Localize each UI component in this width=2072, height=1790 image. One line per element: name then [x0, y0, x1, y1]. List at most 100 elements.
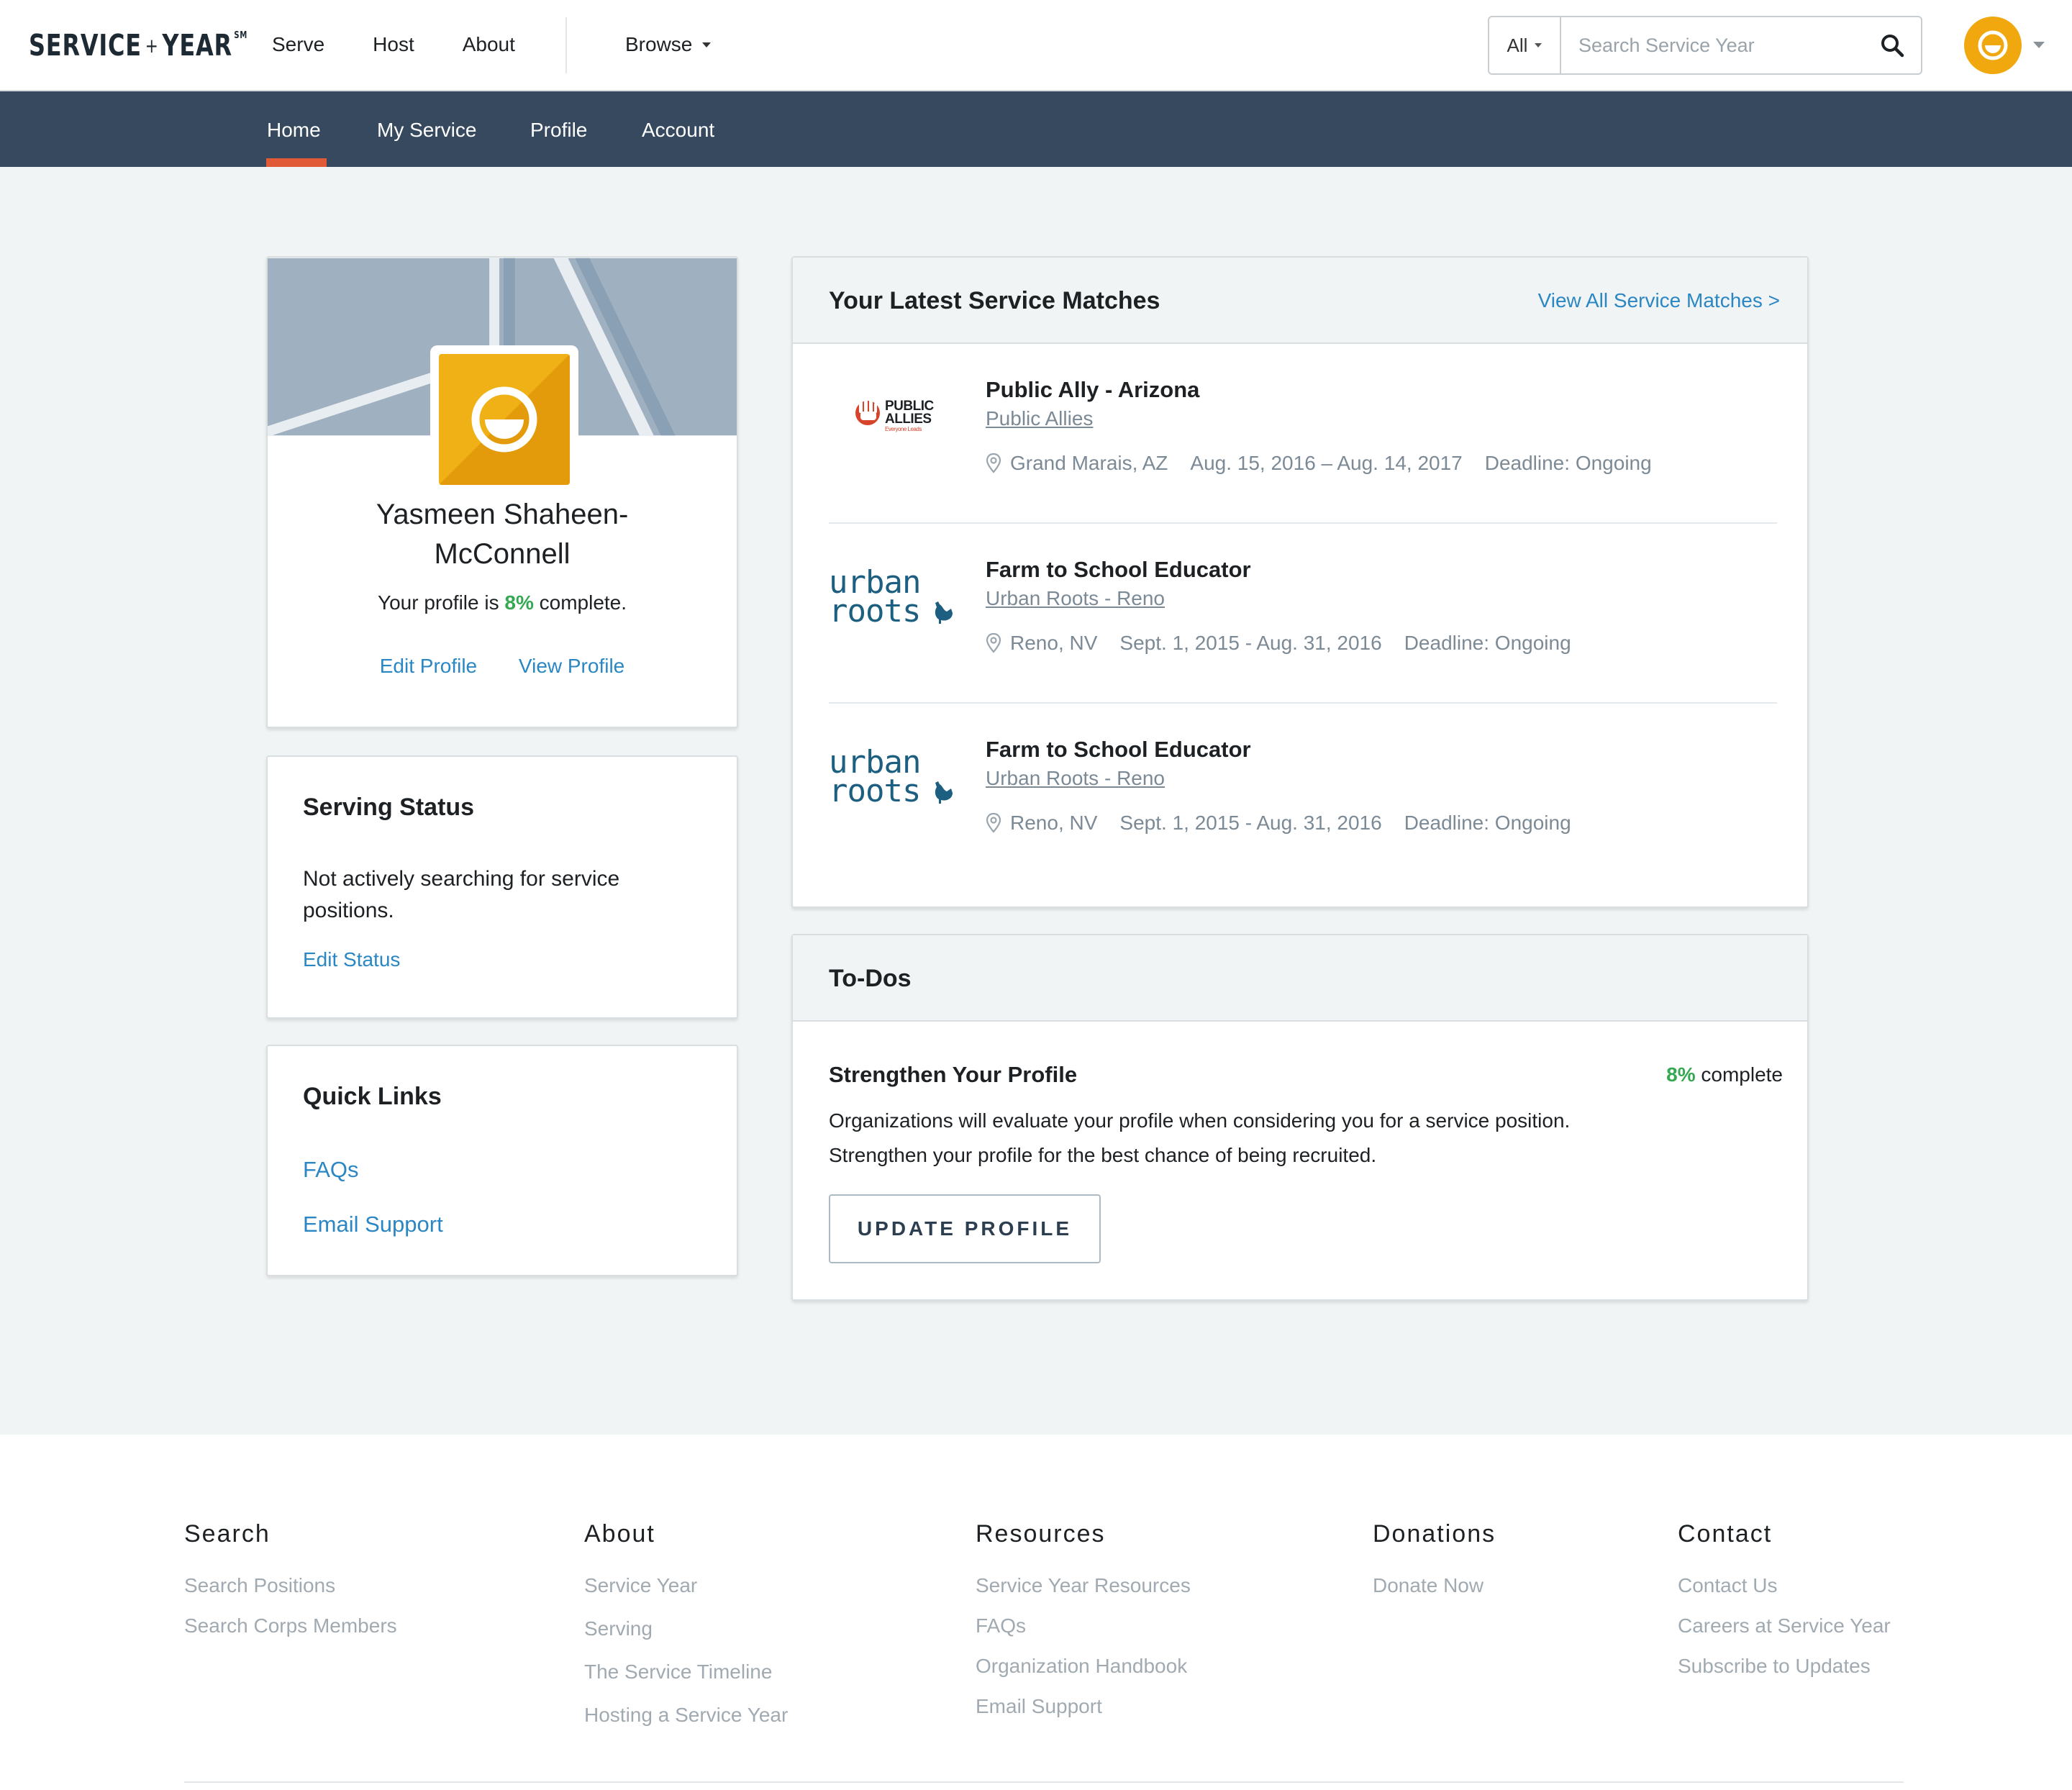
profile-actions: Edit Profile View Profile: [268, 653, 737, 679]
smiley-icon: [439, 354, 570, 485]
update-profile-button[interactable]: UPDATE PROFILE: [829, 1194, 1101, 1263]
footer-link[interactable]: Email Support: [976, 1686, 1191, 1727]
todo-item-title: Strengthen Your Profile: [829, 1062, 1078, 1087]
service-matches-header: Your Latest Service Matches View All Ser…: [793, 258, 1807, 344]
footer-link[interactable]: The Service Timeline: [584, 1652, 788, 1692]
profile-card: Yasmeen Shaheen- McConnell Your profile …: [266, 256, 738, 728]
quick-links-card: Quick Links FAQs Email Support: [266, 1045, 738, 1276]
public-allies-logo: PUBLIC ALLIES Everyone Leads: [829, 373, 958, 452]
nav-divider: [565, 17, 567, 73]
chevron-down-icon: [1535, 43, 1542, 47]
account-menu-caret-icon[interactable]: [2033, 42, 2045, 48]
todos-header: To-Dos: [793, 935, 1807, 1022]
nav-host[interactable]: Host: [373, 29, 414, 60]
footer-link[interactable]: Search Corps Members: [184, 1606, 397, 1646]
match-org-link[interactable]: Urban Roots - Reno: [986, 586, 1165, 612]
search-scope-select[interactable]: All: [1489, 17, 1561, 73]
match-dates: Aug. 15, 2016 – Aug. 14, 2017: [1190, 452, 1463, 474]
service-year-logo[interactable]: SERVICE + YEAR SM: [29, 27, 247, 63]
footer-column-donations: Donations Donate Now: [1373, 1518, 1496, 1606]
match-dates: Sept. 1, 2015 - Aug. 31, 2016: [1119, 812, 1382, 834]
service-match-item[interactable]: urban roots Farm to School Educator Urba…: [829, 524, 1777, 704]
footer-link[interactable]: Serving: [584, 1609, 788, 1649]
match-org-link[interactable]: Urban Roots - Reno: [986, 765, 1165, 791]
profile-name-line1: Yasmeen Shaheen-: [376, 499, 629, 530]
todo-description-line2: Strengthen your profile for the best cha…: [829, 1144, 1377, 1166]
footer-link[interactable]: Subscribe to Updates: [1678, 1646, 1891, 1686]
todo-progress-suffix: complete: [1695, 1063, 1783, 1086]
footer-link[interactable]: Service Year Resources: [976, 1566, 1191, 1606]
match-title[interactable]: Public Ally - Arizona: [986, 376, 1199, 404]
nav-about[interactable]: About: [463, 29, 515, 60]
urban-roots-logo-line2: roots: [829, 773, 921, 809]
chevron-down-icon: [702, 42, 712, 47]
service-match-item[interactable]: urban roots Farm to School Educator Urba…: [829, 704, 1777, 883]
logo-word-service: SERVICE: [29, 28, 142, 63]
browse-dropdown[interactable]: Browse: [625, 29, 712, 60]
footer-link[interactable]: Hosting a Service Year: [584, 1695, 788, 1735]
tab-profile[interactable]: Profile: [530, 116, 587, 145]
match-location: Reno, NV: [1010, 812, 1098, 834]
view-all-matches-link[interactable]: View All Service Matches >: [1538, 288, 1780, 314]
nav-serve[interactable]: Serve: [272, 29, 324, 60]
footer-link[interactable]: Donate Now: [1373, 1566, 1496, 1606]
urban-roots-logo: urban roots: [829, 732, 958, 812]
search-input[interactable]: [1561, 17, 1863, 73]
top-header: SERVICE + YEAR SM Serve Host About Brows…: [0, 0, 2072, 91]
quick-link-faqs[interactable]: FAQs: [303, 1155, 359, 1184]
profile-completion: Your profile is 8% complete.: [268, 590, 737, 616]
footer-link[interactable]: Organization Handbook: [976, 1646, 1191, 1686]
footer-link[interactable]: Search Positions: [184, 1566, 397, 1606]
footer-column-resources: Resources Service Year Resources FAQs Or…: [976, 1518, 1191, 1727]
profile-completion-prefix: Your profile is: [377, 591, 505, 614]
footer-link[interactable]: Service Year: [584, 1566, 788, 1606]
service-matches-heading: Your Latest Service Matches: [829, 287, 1160, 314]
edit-status-link[interactable]: Edit Status: [303, 947, 400, 973]
profile-completion-percent: 8%: [504, 591, 534, 614]
secondary-nav: Home My Service Profile Account: [0, 91, 2072, 167]
match-org-link[interactable]: Public Allies: [986, 406, 1093, 432]
todo-progress-percent: 8%: [1666, 1063, 1696, 1086]
logo-word-year: YEAR: [162, 28, 232, 63]
view-profile-link[interactable]: View Profile: [519, 655, 624, 677]
todos-heading: To-Dos: [829, 965, 912, 992]
footer-heading: About: [584, 1520, 655, 1548]
service-match-item[interactable]: PUBLIC ALLIES Everyone Leads Public Ally…: [829, 344, 1777, 524]
footer-link[interactable]: Contact Us: [1678, 1566, 1891, 1606]
location-pin-icon: [986, 453, 1001, 474]
footer-column-search: Search Search Positions Search Corps Mem…: [184, 1518, 397, 1646]
search-button[interactable]: [1863, 17, 1921, 73]
profile-completion-suffix: complete.: [533, 591, 627, 614]
service-matches-card: Your Latest Service Matches View All Ser…: [791, 256, 1809, 908]
tab-home[interactable]: Home: [267, 116, 321, 145]
profile-photo[interactable]: [430, 345, 578, 494]
footer-heading: Donations: [1373, 1520, 1496, 1548]
edit-profile-link[interactable]: Edit Profile: [380, 655, 477, 677]
footer-divider: [184, 1781, 1904, 1783]
match-meta: Reno, NV Sept. 1, 2015 - Aug. 31, 2016 D…: [986, 810, 1571, 836]
todo-description-line1: Organizations will evaluate your profile…: [829, 1109, 1571, 1132]
profile-name-line2: McConnell: [434, 538, 571, 570]
tab-my-service[interactable]: My Service: [377, 116, 476, 145]
user-avatar[interactable]: [1964, 17, 2022, 74]
match-meta: Grand Marais, AZ Aug. 15, 2016 – Aug. 14…: [986, 450, 1652, 476]
quick-link-email-support[interactable]: Email Support: [303, 1210, 443, 1239]
location-pin-icon: [986, 632, 1001, 654]
public-allies-logo-line2: ALLIES: [885, 412, 932, 427]
urban-roots-logo: urban roots: [829, 553, 958, 632]
match-dates: Sept. 1, 2015 - Aug. 31, 2016: [1119, 632, 1382, 654]
public-allies-logo-tagline: Everyone Leads: [885, 426, 922, 432]
footer-link[interactable]: Careers at Service Year: [1678, 1606, 1891, 1646]
tab-account[interactable]: Account: [642, 116, 714, 145]
match-deadline: Deadline: Ongoing: [1404, 632, 1571, 654]
serving-status-card: Serving Status Not actively searching fo…: [266, 755, 738, 1019]
rooster-icon: [935, 601, 953, 624]
profile-name: Yasmeen Shaheen- McConnell: [268, 495, 737, 574]
footer-link[interactable]: FAQs: [976, 1606, 1191, 1646]
active-tab-indicator: [266, 158, 327, 167]
logo-plus: +: [145, 33, 159, 58]
match-title[interactable]: Farm to School Educator: [986, 555, 1251, 584]
browse-label: Browse: [625, 33, 693, 55]
footer-column-about: About Service Year Serving The Service T…: [584, 1518, 788, 1735]
match-title[interactable]: Farm to School Educator: [986, 735, 1251, 764]
